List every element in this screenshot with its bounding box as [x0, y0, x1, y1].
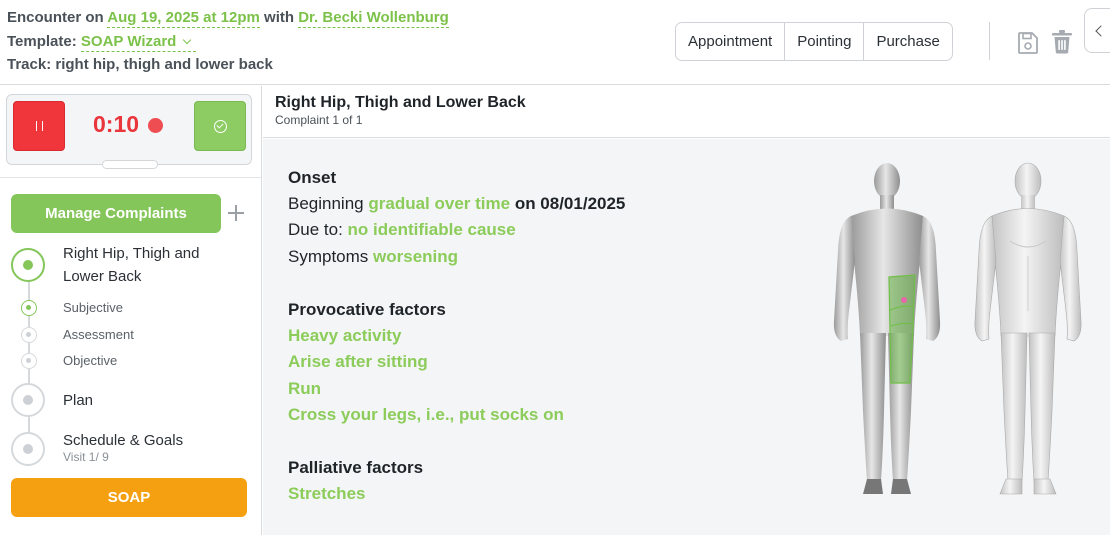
encounter-doctor-link[interactable]: Dr. Becki Wollenburg: [298, 9, 449, 28]
purchase-button[interactable]: Purchase: [864, 23, 951, 60]
provocative-heading: Provocative factors: [288, 300, 446, 319]
step-node-objective: [21, 353, 37, 369]
chevron-left-icon: [1095, 24, 1107, 37]
trash-icon[interactable]: [1051, 29, 1073, 54]
chevron-down-icon: [183, 35, 192, 45]
provocative-item[interactable]: Heavy activity: [288, 326, 401, 346]
check-circle-icon: [213, 119, 227, 133]
header-divider: [989, 22, 990, 60]
onset-symptoms: Symptoms worsening: [288, 247, 458, 267]
provocative-item[interactable]: Cross your legs, i.e., put socks on: [288, 405, 564, 425]
step-node-assessment: [21, 327, 37, 343]
onset-cause: Due to: no identifiable cause: [288, 220, 516, 240]
recording-indicator-icon: [148, 118, 163, 133]
onset-beginning: Beginning gradual over time on 08/01/202…: [288, 194, 625, 214]
encounter-prefix: Encounter on: [7, 9, 104, 26]
beginning-prefix: Beginning: [288, 194, 364, 213]
palliative-item[interactable]: Stretches: [288, 484, 365, 504]
visit-count: Visit 1/ 9: [63, 450, 109, 464]
template-line: Template: SOAP Wizard: [7, 33, 197, 52]
beginning-value[interactable]: gradual over time: [368, 194, 510, 213]
step-node-complaint: [11, 248, 45, 282]
add-complaint-plus-icon[interactable]: [227, 204, 245, 222]
template-select[interactable]: SOAP Wizard: [80, 33, 197, 52]
timer-display: 0:10: [93, 111, 140, 137]
collapse-panel-button[interactable]: [1084, 8, 1110, 53]
complaint-header: Right Hip, Thigh and Lower Back Complain…: [263, 86, 1110, 138]
sidebar-divider: [0, 177, 261, 178]
template-value: SOAP Wizard: [80, 33, 177, 50]
sidebar: 0:10 Manage Complaints Right Hip, Thigh …: [0, 86, 262, 535]
complaint-counter: Complaint 1 of 1: [275, 113, 363, 127]
pointing-button[interactable]: Pointing: [785, 23, 865, 60]
sidebar-item-assessment[interactable]: Assessment: [63, 327, 134, 342]
body-diagram-back[interactable]: [831, 161, 943, 497]
visit-timer: 0:10: [6, 94, 252, 169]
encounter-date-link[interactable]: Aug 19, 2025 at 12pm: [107, 9, 260, 28]
symptoms-value[interactable]: worsening: [373, 247, 458, 266]
appointment-button[interactable]: Appointment: [676, 23, 786, 60]
soap-button[interactable]: SOAP: [11, 478, 247, 517]
due-prefix: Due to:: [288, 220, 343, 239]
encounter-header: Encounter on Aug 19, 2025 at 12pm with D…: [0, 0, 1110, 85]
sidebar-item-objective[interactable]: Objective: [63, 353, 117, 368]
provocative-item[interactable]: Arise after sitting: [288, 352, 428, 372]
onset-heading: Onset: [288, 168, 337, 187]
complaint-label-line1: Right Hip, Thigh and: [63, 245, 200, 262]
palliative-heading: Palliative factors: [288, 458, 424, 477]
view-button-group: Appointment Pointing Purchase: [675, 22, 953, 61]
pause-icon: [35, 121, 43, 131]
pain-point-marker[interactable]: [901, 297, 907, 303]
finish-button[interactable]: [194, 101, 246, 151]
step-node-subjective: [21, 300, 37, 316]
template-label: Template:: [7, 33, 77, 50]
encounter-with: with: [264, 9, 295, 26]
sidebar-item-complaint[interactable]: Right Hip, Thigh and Lower Back: [63, 242, 199, 288]
symptoms-prefix: Symptoms: [288, 247, 369, 266]
encounter-line: Encounter on Aug 19, 2025 at 12pm with D…: [7, 9, 449, 28]
track-line: Track: right hip, thigh and lower back: [7, 56, 273, 73]
due-value[interactable]: no identifiable cause: [348, 220, 516, 239]
step-node-schedule: [11, 432, 45, 466]
sidebar-item-plan[interactable]: Plan: [63, 389, 93, 412]
manage-complaints-button[interactable]: Manage Complaints: [11, 194, 221, 233]
provocative-item[interactable]: Run: [288, 379, 321, 399]
subjective-summary: Onset Beginning gradual over time on 08/…: [263, 139, 1110, 535]
body-diagram-front[interactable]: [972, 161, 1084, 497]
pause-button[interactable]: [13, 101, 65, 151]
save-icon[interactable]: [1017, 31, 1039, 55]
step-node-plan: [11, 383, 45, 417]
sidebar-item-subjective[interactable]: Subjective: [63, 300, 123, 315]
page-title: Right Hip, Thigh and Lower Back: [275, 94, 526, 111]
sidebar-item-schedule[interactable]: Schedule & Goals: [63, 429, 183, 452]
timer-drag-handle[interactable]: [102, 160, 158, 169]
complaint-label-line2: Lower Back: [63, 268, 142, 285]
beginning-date: on 08/01/2025: [514, 194, 626, 213]
